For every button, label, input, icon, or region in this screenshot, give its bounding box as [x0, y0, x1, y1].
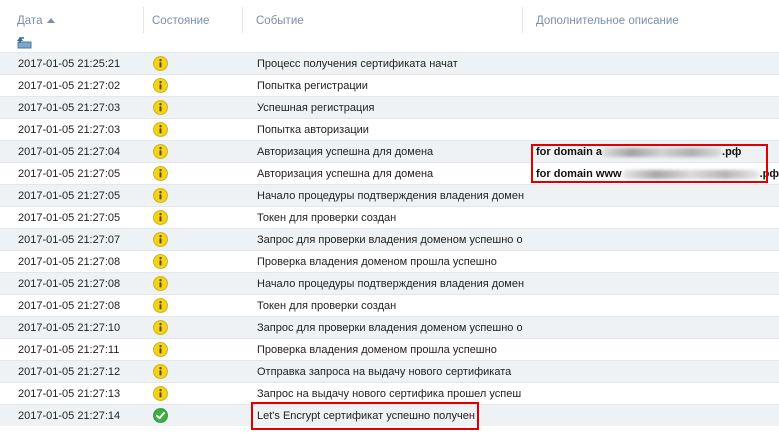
column-header-date-label: Дата: [17, 15, 43, 27]
row-event: Проверка владения доменом прошла успешно: [257, 256, 497, 268]
warning-info-icon: [153, 100, 168, 115]
warning-info-icon: [153, 276, 168, 291]
success-check-icon: [153, 408, 168, 423]
column-header-event-label: Событие: [256, 15, 304, 27]
table-header: Дата Состояние Событие Дополнительное оп…: [0, 0, 779, 40]
table-row[interactable]: 2017-01-05 21:27:03 Успешная регистрация: [0, 96, 779, 118]
table-row[interactable]: 2017-01-05 21:27:02 Попытка регистрации: [0, 74, 779, 96]
sort-ascending-icon: [47, 18, 56, 23]
table-row[interactable]: 2017-01-05 21:27:08 Начало процедуры подт…: [0, 272, 779, 294]
row-date: 2017-01-05 21:27:03: [18, 124, 121, 136]
row-date: 2017-01-05 21:27:14: [18, 410, 121, 422]
row-date: 2017-01-05 21:27:05: [18, 212, 121, 224]
warning-info-icon: [153, 144, 168, 159]
table-row[interactable]: 2017-01-05 21:27:08 Проверка владения дом…: [0, 250, 779, 272]
row-event: Авторизация успешна для домена: [257, 146, 434, 158]
column-divider: [242, 7, 243, 33]
up-level-row: [0, 37, 779, 52]
warning-info-icon: [153, 386, 168, 401]
row-date: 2017-01-05 21:27:08: [18, 256, 121, 268]
warning-info-icon: [153, 210, 168, 225]
warning-info-icon: [153, 254, 168, 269]
row-date: 2017-01-05 21:27:03: [18, 102, 121, 114]
column-divider: [522, 7, 523, 33]
warning-info-icon: [153, 166, 168, 181]
row-event: Проверка владения доменом прошла успешно: [257, 344, 497, 356]
folder-up-icon[interactable]: [17, 34, 32, 49]
table-row[interactable]: 2017-01-05 21:27:05 Токен для проверки со…: [0, 206, 779, 228]
warning-info-icon: [153, 188, 168, 203]
column-header-state[interactable]: Состояние: [143, 0, 242, 40]
table-row[interactable]: 2017-01-05 21:27:10 Запрос для проверки в…: [0, 316, 779, 338]
column-header-description-label: Дополнительное описание: [536, 15, 679, 27]
table-row[interactable]: 2017-01-05 21:25:21 Процесс получения сер…: [0, 52, 779, 74]
row-date: 2017-01-05 21:27:13: [18, 388, 121, 400]
table-row[interactable]: 2017-01-05 21:27:08 Токен для проверки со…: [0, 294, 779, 316]
row-event: Начало процедуры подтверждения владения …: [257, 278, 524, 290]
row-date: 2017-01-05 21:27:08: [18, 300, 121, 312]
row-date: 2017-01-05 21:27:02: [18, 80, 121, 92]
row-date: 2017-01-05 21:27:11: [18, 344, 120, 356]
column-header-state-label: Состояние: [152, 15, 210, 27]
row-event: Токен для проверки создан: [257, 300, 397, 312]
column-header-event[interactable]: Событие: [247, 0, 522, 40]
certificate-log-table: Дата Состояние Событие Дополнительное оп…: [0, 0, 779, 430]
row-date: 2017-01-05 21:27:05: [18, 190, 121, 202]
table-row[interactable]: 2017-01-05 21:27:11 Проверка владения дом…: [0, 338, 779, 360]
warning-info-icon: [153, 364, 168, 379]
table-row[interactable]: 2017-01-05 21:27:03 Попытка авторизации: [0, 118, 779, 140]
row-event: Запрос для проверки владения доменом усп…: [257, 322, 523, 334]
warning-info-icon: [153, 122, 168, 137]
highlight-box-success: [251, 402, 479, 430]
row-event: Процесс получения сертификата начат: [257, 58, 458, 70]
row-date: 2017-01-05 21:25:21: [18, 58, 121, 70]
table-row[interactable]: 2017-01-05 21:27:07 Запрос для проверки в…: [0, 228, 779, 250]
table-row[interactable]: 2017-01-05 21:27:12 Отправка запроса на в…: [0, 360, 779, 382]
warning-info-icon: [153, 232, 168, 247]
row-event: Начало процедуры подтверждения владения …: [257, 190, 524, 202]
row-event: Попытка регистрации: [257, 80, 368, 92]
row-event: Токен для проверки создан: [257, 212, 397, 224]
row-event: Успешная регистрация: [257, 102, 375, 114]
warning-info-icon: [153, 78, 168, 93]
table-row[interactable]: 2017-01-05 21:27:13 Запрос на выдачу ново…: [0, 382, 779, 404]
column-header-description[interactable]: Дополнительное описание: [527, 0, 777, 40]
row-date: 2017-01-05 21:27:07: [18, 234, 121, 246]
table-row[interactable]: 2017-01-05 21:27:05 Начало процедуры подт…: [0, 184, 779, 206]
warning-info-icon: [153, 342, 168, 357]
warning-info-icon: [153, 320, 168, 335]
warning-info-icon: [153, 298, 168, 313]
row-date: 2017-01-05 21:27:05: [18, 168, 121, 180]
row-date: 2017-01-05 21:27:10: [18, 322, 121, 334]
highlight-box-domains: [531, 144, 768, 183]
row-event: Авторизация успешна для домена: [257, 168, 434, 180]
row-date: 2017-01-05 21:27:08: [18, 278, 121, 290]
row-date: 2017-01-05 21:27:04: [18, 146, 121, 158]
table-body: 2017-01-05 21:25:21 Процесс получения сер…: [0, 52, 779, 426]
row-event: Отправка запроса на выдачу нового сертиф…: [257, 366, 512, 378]
row-event: Попытка авторизации: [257, 124, 369, 136]
row-event: Запрос для проверки владения доменом усп…: [257, 234, 523, 246]
warning-info-icon: [153, 56, 168, 71]
row-date: 2017-01-05 21:27:12: [18, 366, 121, 378]
